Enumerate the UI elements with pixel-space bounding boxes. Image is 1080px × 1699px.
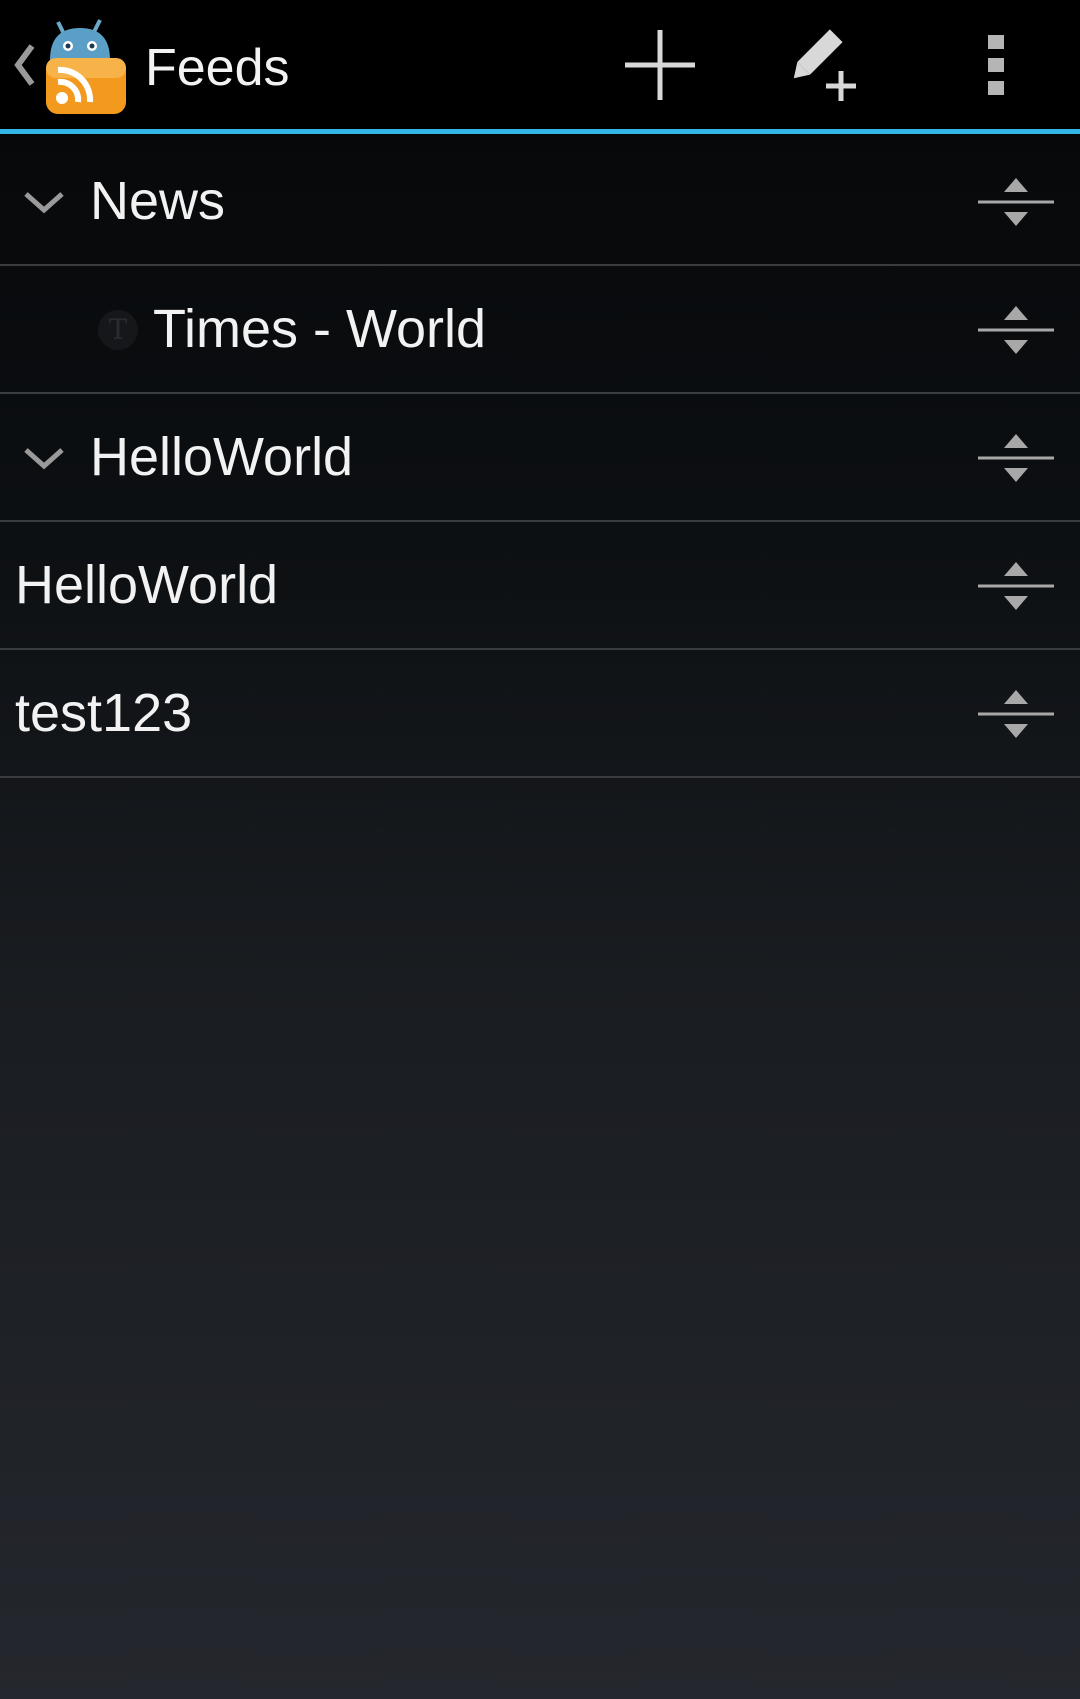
add-folder-icon <box>793 28 856 101</box>
add-icon <box>625 29 695 100</box>
list-item-label: Times - World <box>153 299 487 359</box>
drag-handle-icon[interactable] <box>976 160 1056 244</box>
list-item-label: HelloWorld <box>15 555 279 615</box>
overflow-menu-icon <box>988 34 1004 95</box>
list-item-label: test123 <box>15 683 193 743</box>
list-item-label: News <box>90 171 226 231</box>
nyt-feed-icon: T <box>98 310 138 350</box>
add-feed-button[interactable] <box>610 0 710 129</box>
list-item-label: HelloWorld <box>90 427 354 487</box>
chevron-down-icon[interactable] <box>20 438 68 478</box>
add-folder-button[interactable] <box>775 0 875 129</box>
drag-handle-icon[interactable] <box>976 672 1056 756</box>
app-logo-icon <box>46 19 126 114</box>
drag-handle-icon[interactable] <box>976 544 1056 628</box>
chevron-down-icon[interactable] <box>20 182 68 222</box>
list-item-group[interactable]: HelloWorld <box>0 394 1080 522</box>
drag-handle-icon[interactable] <box>976 416 1056 500</box>
feed-list: News T Times - World HelloWorld HelloWor… <box>0 138 1080 778</box>
up-caret-icon <box>14 44 35 86</box>
list-item-feed[interactable]: test123 <box>0 650 1080 778</box>
list-item-feed[interactable]: T Times - World <box>0 266 1080 394</box>
list-item-feed[interactable]: HelloWorld <box>0 522 1080 650</box>
action-bar: Feeds <box>0 0 1080 134</box>
drag-handle-icon[interactable] <box>976 288 1056 372</box>
overflow-menu-button[interactable] <box>950 0 1042 129</box>
list-item-group[interactable]: News <box>0 138 1080 266</box>
svg-text:T: T <box>109 313 128 346</box>
app-title: Feeds <box>145 39 290 97</box>
